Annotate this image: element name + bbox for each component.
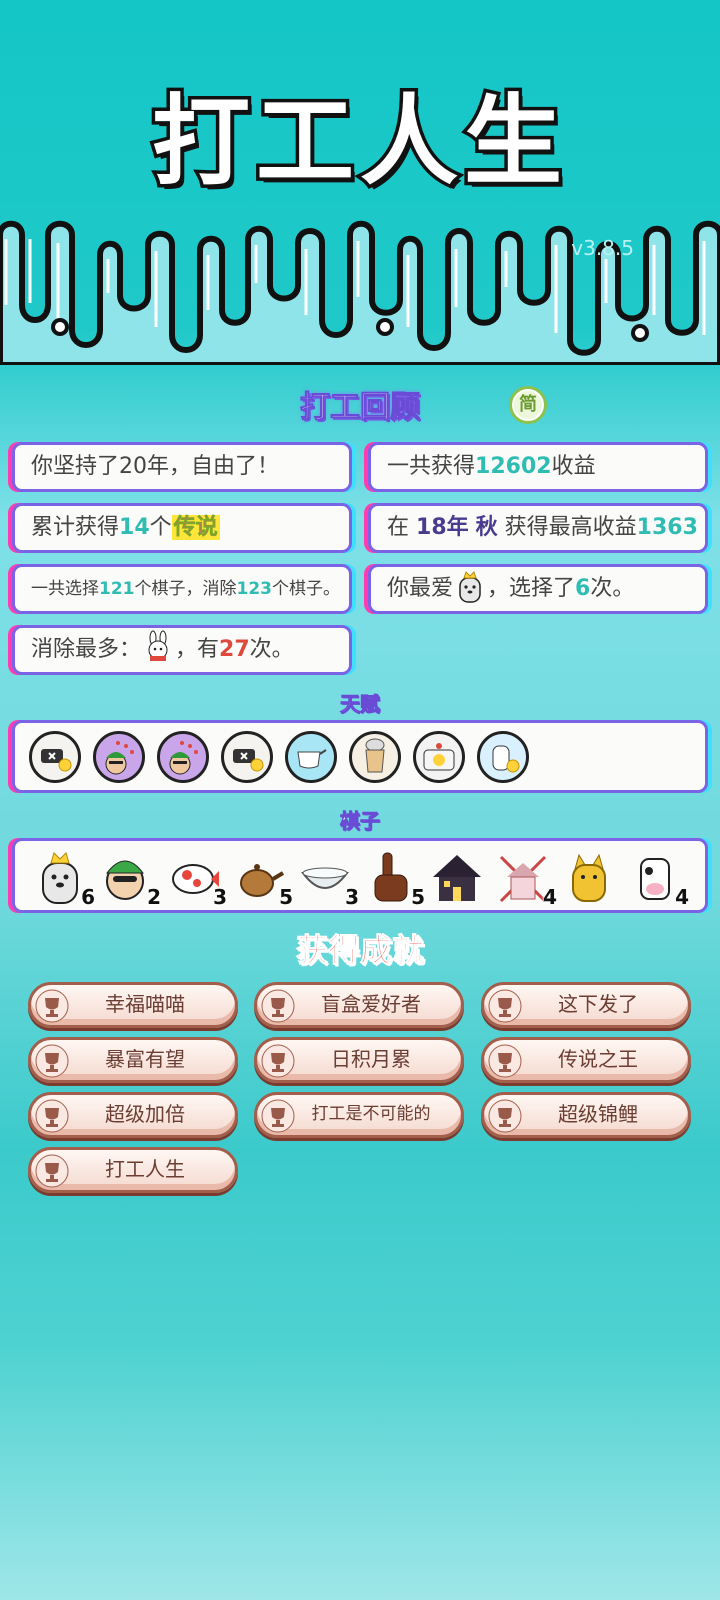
- pieces-title: 棋子: [340, 809, 381, 834]
- trophy-icon: [488, 1044, 522, 1078]
- achievement-badge[interactable]: 幸福喵喵: [28, 982, 238, 1028]
- cat-coin-icon[interactable]: [477, 731, 529, 783]
- achievements-title: 获得成就: [295, 931, 424, 970]
- stat-total-income: 一共获得12602收益: [368, 442, 708, 492]
- trophy-icon: [261, 989, 295, 1023]
- koi-fish-icon[interactable]: 3: [165, 849, 227, 909]
- header: 打工人生 v3.8.5: [0, 0, 720, 365]
- milk-jug-icon[interactable]: [285, 731, 337, 783]
- stat-choose-remove: 一共选择121个棋子，消除123个棋子。: [12, 564, 352, 614]
- no-ad-ticket-icon[interactable]: [221, 731, 273, 783]
- game-title: 打工人生: [148, 82, 568, 203]
- cow-icon[interactable]: 4: [627, 849, 689, 909]
- achievement-badge[interactable]: 日积月累: [254, 1037, 464, 1083]
- bowl-icon[interactable]: 3: [297, 849, 359, 909]
- achievement-badge[interactable]: 盲盒爱好者: [254, 982, 464, 1028]
- duck-pot-icon[interactable]: [413, 731, 465, 783]
- stat-favorite: 你最爱 ，选择了6次。: [368, 564, 708, 614]
- rabbit-icon: [148, 630, 168, 661]
- trophy-icon: [488, 1099, 522, 1133]
- review-title: 打工回顾: [300, 390, 421, 426]
- house-icon[interactable]: [429, 849, 485, 905]
- crowned-husky-icon: [459, 571, 481, 603]
- achievement-badge[interactable]: 打工人生: [28, 1147, 238, 1193]
- trophy-icon: [35, 1099, 69, 1133]
- yellow-cat-icon[interactable]: [561, 849, 617, 905]
- trophy-icon: [261, 1099, 295, 1133]
- no-ad-ticket-icon[interactable]: [29, 731, 81, 783]
- achievement-badge[interactable]: 暴富有望: [28, 1037, 238, 1083]
- achievement-badge[interactable]: 打工是不可能的: [254, 1092, 464, 1138]
- pieces-panel: 6 2 3 5 3 5 4 4: [12, 838, 708, 913]
- achievement-badge[interactable]: 超级加倍: [28, 1092, 238, 1138]
- pointing-hand-icon[interactable]: 5: [363, 849, 425, 909]
- achievement-badge[interactable]: 这下发了: [481, 982, 691, 1028]
- stat-years: 你坚持了20年，自由了！: [12, 442, 352, 492]
- achievement-badge[interactable]: 传说之王: [481, 1037, 691, 1083]
- bubble-tea-icon[interactable]: [349, 731, 401, 783]
- worker-face-icon[interactable]: [93, 731, 145, 783]
- teapot-icon[interactable]: 5: [231, 849, 293, 909]
- achievement-badge[interactable]: 超级锦鲤: [481, 1092, 691, 1138]
- version-label: v3.8.5: [571, 236, 634, 260]
- trophy-icon: [35, 1044, 69, 1078]
- simplified-toggle-button[interactable]: 简: [509, 386, 547, 424]
- worker-face-icon[interactable]: [157, 731, 209, 783]
- trophy-icon: [488, 989, 522, 1023]
- green-hat-man-icon[interactable]: 2: [99, 849, 161, 909]
- shrine-icon[interactable]: 4: [495, 849, 557, 909]
- trophy-icon: [261, 1044, 295, 1078]
- stat-most-removed: 消除最多： ，有27次。: [12, 625, 352, 675]
- talents-title: 天赋: [340, 692, 381, 717]
- crowned-husky-icon[interactable]: 6: [33, 849, 95, 909]
- trophy-icon: [35, 1154, 69, 1188]
- trophy-icon: [35, 989, 69, 1023]
- talents-panel: [12, 720, 708, 793]
- stat-best-income: 在 18年 秋 获得最高收益1363: [368, 503, 708, 553]
- stat-legend-count: 累计获得14个传说: [12, 503, 352, 553]
